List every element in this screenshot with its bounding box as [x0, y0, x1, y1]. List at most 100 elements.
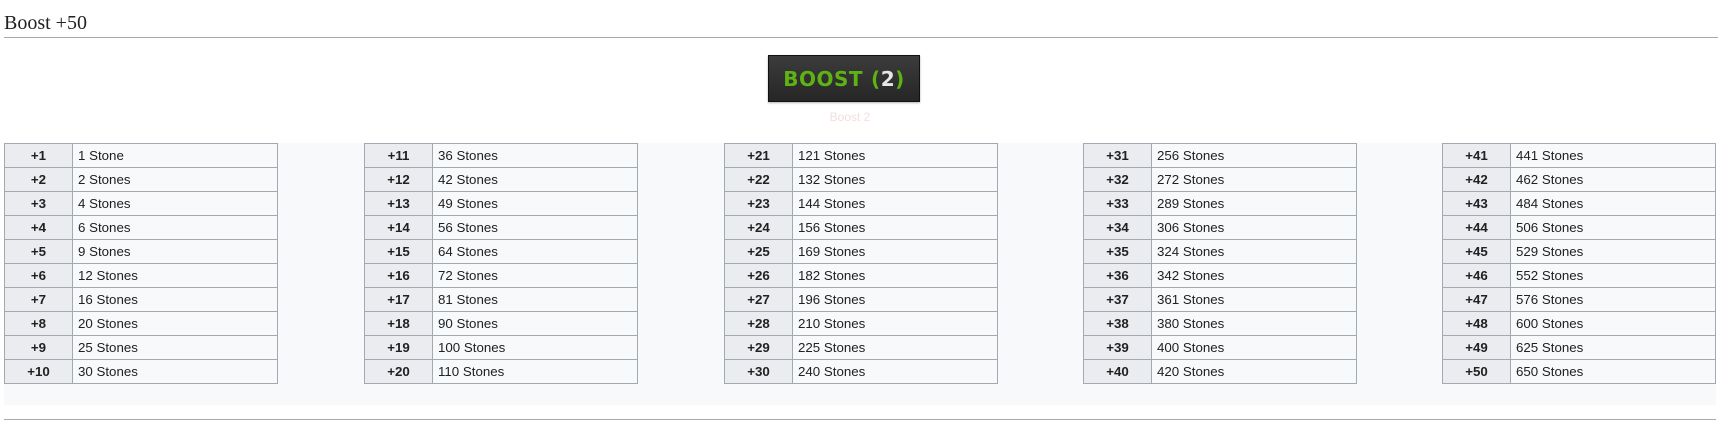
stone-cost-cell: 441 Stones: [1510, 143, 1716, 168]
boost-close-paren: ): [895, 66, 905, 91]
stone-cost-cell: 64 Stones: [432, 239, 638, 264]
stone-cost-cell: 56 Stones: [432, 215, 638, 240]
table-row: +15 64 Stones: [364, 239, 638, 264]
table-row: +21 121 Stones: [724, 143, 998, 168]
stone-cost-table: +1 1 Stone +2 2 Stones +3 4 Stones +4 6 Stones +…: [4, 143, 278, 384]
stone-cost-cell: 272 Stones: [1151, 167, 1357, 192]
boost-level-cell: +22: [724, 167, 793, 192]
stone-cost-cell: 110 Stones: [432, 359, 638, 384]
boost-level-cell: +8: [4, 311, 73, 336]
table-row: +27 196 Stones: [724, 287, 998, 312]
table-row: +41 441 Stones: [1442, 143, 1716, 168]
boost-level-cell: +10: [4, 359, 73, 384]
boost-level-cell: +44: [1442, 215, 1511, 240]
table-row: +22 132 Stones: [724, 167, 998, 192]
boost-level-cell: +25: [724, 239, 793, 264]
stone-cost-cell: 2 Stones: [72, 167, 278, 192]
stone-cost-cell: 144 Stones: [792, 191, 998, 216]
boost-caption: Boost 2: [829, 110, 871, 124]
table-row: +31 256 Stones: [1083, 143, 1357, 168]
boost-level-cell: +4: [4, 215, 73, 240]
boost-level-cell: +7: [4, 287, 73, 312]
stone-cost-cell: 121 Stones: [792, 143, 998, 168]
boost-level-cell: +3: [4, 191, 73, 216]
table-row: +17 81 Stones: [364, 287, 638, 312]
table-row: +32 272 Stones: [1083, 167, 1357, 192]
boost-level-cell: +23: [724, 191, 793, 216]
boost-level-cell: +19: [364, 335, 433, 360]
table-row: +36 342 Stones: [1083, 263, 1357, 288]
stone-cost-cell: 16 Stones: [72, 287, 278, 312]
stone-cost-cell: 210 Stones: [792, 311, 998, 336]
table-row: +18 90 Stones: [364, 311, 638, 336]
table-row: +13 49 Stones: [364, 191, 638, 216]
boost-level-cell: +16: [364, 263, 433, 288]
table-row: +45 529 Stones: [1442, 239, 1716, 264]
table-row: +23 144 Stones: [724, 191, 998, 216]
table-row: +29 225 Stones: [724, 335, 998, 360]
table-row: +42 462 Stones: [1442, 167, 1716, 192]
stone-cost-cell: 12 Stones: [72, 263, 278, 288]
stone-cost-table: +31 256 Stones +32 272 Stones +33 289 Stones +…: [1083, 143, 1357, 384]
stone-cost-cell: 49 Stones: [432, 191, 638, 216]
stone-cost-cell: 156 Stones: [792, 215, 998, 240]
stone-cost-cell: 81 Stones: [432, 287, 638, 312]
table-row: +28 210 Stones: [724, 311, 998, 336]
boost-level-cell: +20: [364, 359, 433, 384]
table-row: +44 506 Stones: [1442, 215, 1716, 240]
stone-cost-table: +21 121 Stones +22 132 Stones +23 144 Stones +…: [724, 143, 998, 384]
boost-level-cell: +28: [724, 311, 793, 336]
stone-cost-cell: 576 Stones: [1510, 287, 1716, 312]
table-row: +49 625 Stones: [1442, 335, 1716, 360]
boost-level-cell: +21: [724, 143, 793, 168]
stone-cost-cell: 169 Stones: [792, 239, 998, 264]
boost-level-cell: +18: [364, 311, 433, 336]
table-row: +10 30 Stones: [4, 359, 278, 384]
boost-level-cell: +40: [1083, 359, 1152, 384]
table-row: +30 240 Stones: [724, 359, 998, 384]
boost-level-cell: +42: [1442, 167, 1511, 192]
boost-level-cell: +41: [1442, 143, 1511, 168]
boost-button-label: BOOST: [783, 66, 864, 91]
table-row: +6 12 Stones: [4, 263, 278, 288]
stone-cost-cell: 9 Stones: [72, 239, 278, 264]
stone-cost-table: +11 36 Stones +12 42 Stones +13 49 Stones +14 5…: [364, 143, 638, 384]
divider: [4, 419, 1716, 420]
boost-open-paren: (: [871, 66, 881, 91]
stone-cost-cell: 380 Stones: [1151, 311, 1357, 336]
table-row: +1 1 Stone: [4, 143, 278, 168]
table-row: +3 4 Stones: [4, 191, 278, 216]
table-row: +26 182 Stones: [724, 263, 998, 288]
boost-level-cell: +43: [1442, 191, 1511, 216]
stone-cost-cell: 20 Stones: [72, 311, 278, 336]
table-row: +4 6 Stones: [4, 215, 278, 240]
stone-cost-table: +41 441 Stones +42 462 Stones +43 484 Stones +…: [1442, 143, 1716, 384]
boost-level-cell: +35: [1083, 239, 1152, 264]
table-row: +48 600 Stones: [1442, 311, 1716, 336]
boost-button-container: BOOST ( 2 ): [768, 55, 920, 102]
table-row: +19 100 Stones: [364, 335, 638, 360]
table-row: +47 576 Stones: [1442, 287, 1716, 312]
table-row: +7 16 Stones: [4, 287, 278, 312]
stone-cost-cell: 462 Stones: [1510, 167, 1716, 192]
stone-cost-cell: 42 Stones: [432, 167, 638, 192]
stone-cost-cell: 196 Stones: [792, 287, 998, 312]
boost-level-cell: +17: [364, 287, 433, 312]
boost-level-cell: +1: [4, 143, 73, 168]
stone-cost-cell: 225 Stones: [792, 335, 998, 360]
table-row: +40 420 Stones: [1083, 359, 1357, 384]
stone-cost-cell: 625 Stones: [1510, 335, 1716, 360]
boost-level-cell: +6: [4, 263, 73, 288]
boost-level-cell: +12: [364, 167, 433, 192]
table-row: +37 361 Stones: [1083, 287, 1357, 312]
boost-level-cell: +32: [1083, 167, 1152, 192]
boost-button[interactable]: BOOST ( 2 ): [768, 55, 920, 102]
table-row: +43 484 Stones: [1442, 191, 1716, 216]
stone-cost-cell: 420 Stones: [1151, 359, 1357, 384]
table-row: +35 324 Stones: [1083, 239, 1357, 264]
table-row: +33 289 Stones: [1083, 191, 1357, 216]
table-row: +34 306 Stones: [1083, 215, 1357, 240]
boost-level-cell: +49: [1442, 335, 1511, 360]
stone-cost-cell: 484 Stones: [1510, 191, 1716, 216]
stone-cost-cell: 400 Stones: [1151, 335, 1357, 360]
